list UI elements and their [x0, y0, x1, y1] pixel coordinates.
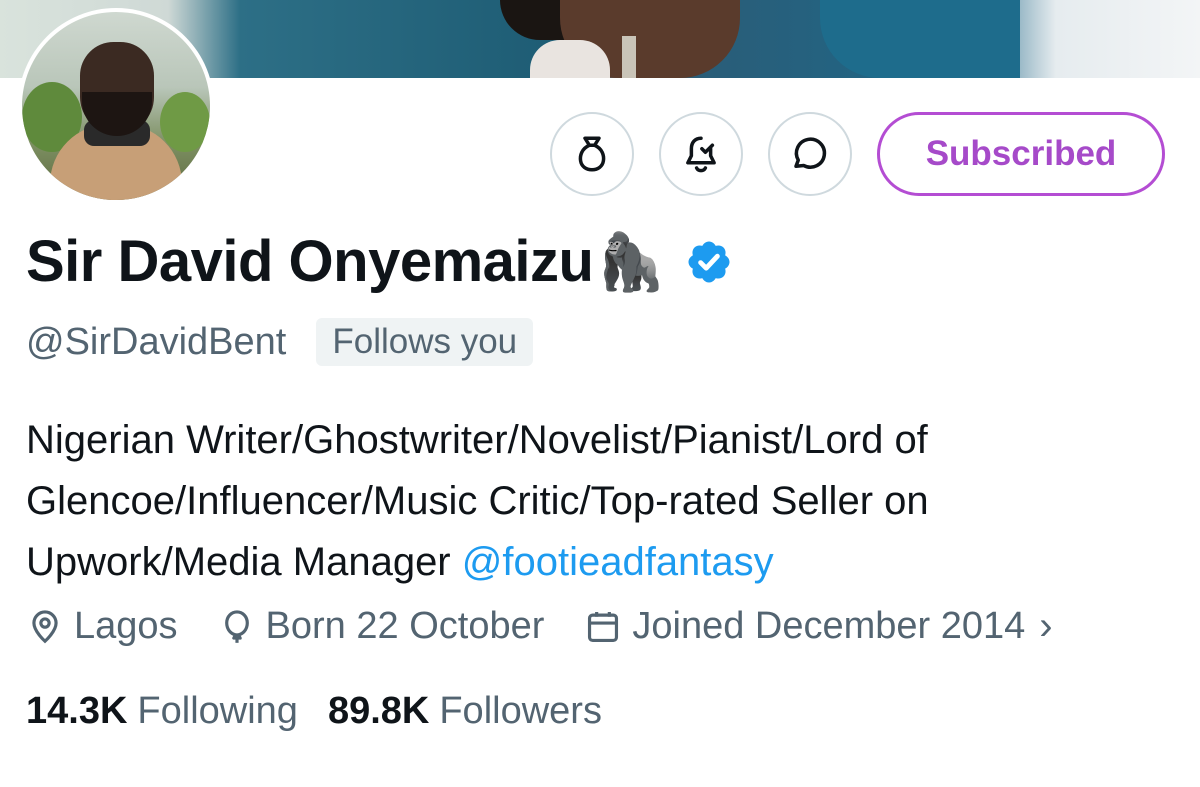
- birthday-text: Born 22 October: [265, 605, 545, 647]
- balloon-icon: [224, 609, 249, 643]
- bio-mention-link[interactable]: @footieadfantasy: [462, 540, 774, 584]
- subscribed-button[interactable]: Subscribed: [877, 112, 1165, 196]
- following-label: Following: [137, 690, 298, 732]
- handle-row: @SirDavidBent Follows you: [26, 318, 534, 366]
- birthday-item: Born 22 October: [218, 605, 545, 648]
- joined-text: Joined December 2014: [632, 605, 1026, 647]
- tip-button[interactable]: [550, 112, 634, 196]
- joined-item[interactable]: Joined December 2014 ›: [584, 604, 1053, 649]
- profile-bio: Nigerian Writer/Ghostwriter/Novelist/Pia…: [26, 410, 1166, 593]
- followers-count: 89.8K: [327, 690, 430, 732]
- avatar[interactable]: [18, 8, 214, 204]
- notification-bell-icon: [686, 136, 716, 173]
- banner-shoulder: [820, 0, 1020, 78]
- chevron-right-icon: ›: [1039, 604, 1053, 648]
- name-row: Sir David Onyemaizu 🦍: [26, 228, 733, 295]
- location-pin-icon: [32, 609, 58, 643]
- follow-stats: 14.3K Following 89.8K Followers: [26, 690, 632, 733]
- follows-you-badge: Follows you: [316, 318, 534, 366]
- notifications-button[interactable]: [659, 112, 743, 196]
- profile-actions: Subscribed: [550, 112, 1165, 196]
- message-button[interactable]: [768, 112, 852, 196]
- following-link[interactable]: 14.3K Following: [26, 690, 328, 733]
- gorilla-emoji: 🦍: [595, 229, 666, 293]
- money-bag-icon: [578, 136, 606, 172]
- following-count: 14.3K: [26, 690, 128, 732]
- avatar-photo: [22, 12, 210, 200]
- message-icon: [794, 137, 827, 169]
- profile-meta: Lagos Born 22 October Joined December 20…: [26, 604, 1093, 649]
- verified-badge-icon[interactable]: [685, 238, 733, 286]
- followers-label: Followers: [439, 690, 602, 732]
- calendar-icon: [588, 611, 619, 642]
- banner-collar: [530, 40, 610, 78]
- location-item: Lagos: [26, 605, 178, 648]
- location-text: Lagos: [74, 605, 178, 647]
- user-handle: @SirDavidBent: [26, 320, 287, 363]
- banner-chain: [622, 36, 636, 78]
- followers-link[interactable]: 89.8K Followers: [328, 690, 632, 733]
- display-name: Sir David Onyemaizu: [26, 229, 594, 294]
